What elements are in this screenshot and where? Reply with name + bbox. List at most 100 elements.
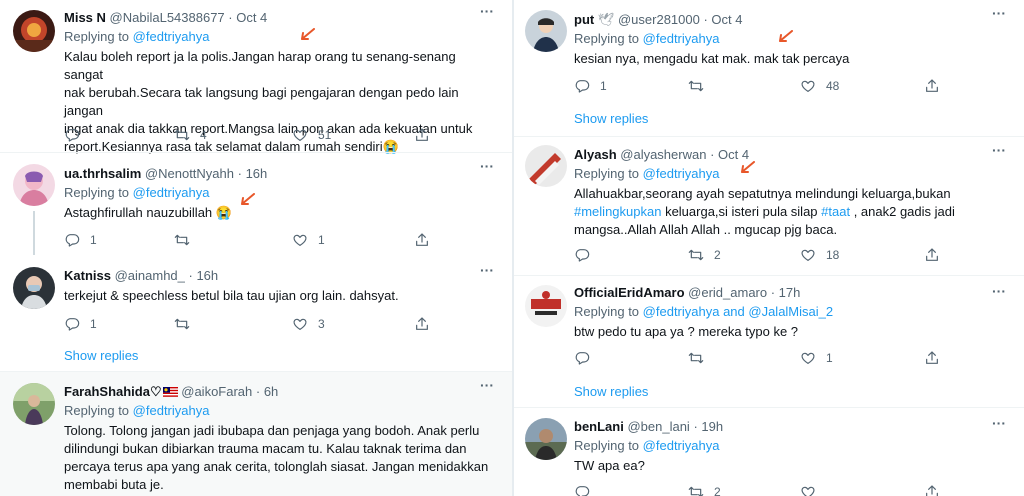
- more-icon[interactable]: ···: [992, 6, 1010, 20]
- more-icon[interactable]: ···: [992, 416, 1010, 430]
- retweet-icon: [688, 78, 704, 94]
- share-button[interactable]: [924, 350, 940, 366]
- show-replies-link[interactable]: Show replies: [574, 384, 648, 399]
- retweet-button[interactable]: 2: [688, 484, 721, 496]
- more-icon[interactable]: ···: [992, 143, 1010, 157]
- tweet-text: Tolong. Tolong jangan jadi ibubapa dan p…: [64, 422, 498, 494]
- retweet-button[interactable]: [688, 350, 704, 366]
- display-name[interactable]: benLani: [574, 419, 624, 434]
- share-button[interactable]: [924, 484, 940, 496]
- tweet-benlani[interactable]: benLani @ben_lani · 19h Replying to @fed…: [514, 408, 1024, 496]
- tweet-ua-thrhsalim[interactable]: ua.thrhsalim @NenottNyahh · 16h Replying…: [0, 153, 512, 255]
- timestamp[interactable]: Oct 4: [711, 12, 742, 27]
- mention-link[interactable]: @fedtriyahya: [133, 29, 210, 44]
- mention-link[interactable]: @fedtriyahya: [643, 438, 720, 453]
- reply-button[interactable]: [64, 127, 90, 143]
- avatar[interactable]: [525, 10, 567, 52]
- like-button[interactable]: 1: [292, 232, 325, 248]
- mention-link[interactable]: @fedtriyahya and @JalalMisai_2: [643, 304, 833, 319]
- mention-link[interactable]: @fedtriyahya: [643, 166, 720, 181]
- share-button[interactable]: [414, 316, 430, 332]
- display-name[interactable]: put: [574, 12, 594, 27]
- retweet-button[interactable]: 2: [688, 247, 721, 263]
- tweet-text-line: Allahuakbar,seorang ayah sepatutnya meli…: [574, 186, 951, 201]
- reply-icon: [574, 484, 590, 496]
- like-button[interactable]: [800, 484, 816, 496]
- retweet-button[interactable]: [174, 316, 190, 332]
- like-button[interactable]: 18: [800, 247, 839, 263]
- more-icon[interactable]: ···: [480, 378, 498, 392]
- avatar[interactable]: [13, 267, 55, 309]
- display-name[interactable]: Katniss: [64, 268, 111, 283]
- more-icon[interactable]: ···: [480, 159, 498, 173]
- timestamp[interactable]: 6h: [264, 384, 278, 399]
- thread-line: [33, 211, 35, 255]
- avatar[interactable]: [13, 164, 55, 206]
- reply-button[interactable]: 1: [64, 316, 97, 332]
- tweet-katniss[interactable]: Katniss @ainamhd_ · 16h terkejut & speec…: [0, 255, 512, 371]
- display-name[interactable]: Alyash: [574, 147, 617, 162]
- more-icon[interactable]: ···: [480, 4, 498, 18]
- reply-button[interactable]: [574, 484, 590, 496]
- more-icon[interactable]: ···: [992, 284, 1010, 298]
- user-handle[interactable]: @ainamhd_: [115, 268, 185, 283]
- tweet-farahshahida[interactable]: FarahShahida♡ @aikoFarah · 6h Replying t…: [0, 372, 512, 496]
- like-button[interactable]: 51: [292, 127, 331, 143]
- like-button[interactable]: 1: [800, 350, 833, 366]
- timestamp[interactable]: 19h: [701, 419, 723, 434]
- replying-to: Replying to @fedtriyahya: [64, 29, 210, 44]
- user-handle[interactable]: @NenottNyahh: [145, 166, 234, 181]
- mention-link[interactable]: @fedtriyahya: [133, 403, 210, 418]
- tweet-officialeridamaro[interactable]: OfficialEridAmaro @erid_amaro · 17h Repl…: [514, 276, 1024, 408]
- tweet-alyash[interactable]: Alyash @alyasherwan · Oct 4 Replying to …: [514, 137, 1024, 275]
- tweet-miss-n[interactable]: Miss N @NabilaL54388677 · Oct 4 Replying…: [0, 0, 512, 154]
- tweet-put[interactable]: put 🕊 @user281000 · Oct 4 Replying to @f…: [514, 0, 1024, 140]
- user-handle[interactable]: @aikoFarah: [181, 384, 252, 399]
- share-button[interactable]: [924, 78, 940, 94]
- timestamp[interactable]: 17h: [779, 285, 801, 300]
- timestamp[interactable]: 16h: [196, 268, 218, 283]
- share-button[interactable]: [414, 127, 430, 143]
- share-button[interactable]: [924, 247, 940, 263]
- user-handle[interactable]: @user281000: [618, 12, 700, 27]
- reply-button[interactable]: [574, 247, 590, 263]
- timestamp[interactable]: 16h: [246, 166, 268, 181]
- like-icon: [800, 78, 816, 94]
- avatar[interactable]: [525, 145, 567, 187]
- display-name[interactable]: Miss N: [64, 10, 106, 25]
- reply-button[interactable]: [574, 350, 590, 366]
- mention-link[interactable]: @fedtriyahya: [133, 185, 210, 200]
- like-button[interactable]: 48: [800, 78, 839, 94]
- display-name[interactable]: ua.thrhsalim: [64, 166, 141, 181]
- retweet-button[interactable]: [174, 232, 190, 248]
- display-name[interactable]: FarahShahida♡: [64, 384, 162, 399]
- malaysia-flag-icon: [162, 387, 178, 397]
- retweet-icon: [174, 232, 190, 248]
- reply-button[interactable]: 1: [574, 78, 607, 94]
- user-handle[interactable]: @alyasherwan: [620, 147, 706, 162]
- timestamp[interactable]: Oct 4: [236, 10, 267, 25]
- display-name[interactable]: OfficialEridAmaro: [574, 285, 685, 300]
- retweet-button[interactable]: [688, 78, 704, 94]
- tweet-actions: 2: [574, 484, 944, 496]
- more-icon[interactable]: ···: [480, 263, 498, 277]
- user-handle[interactable]: @NabilaL54388677: [110, 10, 225, 25]
- timestamp[interactable]: Oct 4: [718, 147, 749, 162]
- avatar[interactable]: [525, 418, 567, 460]
- like-button[interactable]: 3: [292, 316, 325, 332]
- avatar[interactable]: [13, 383, 55, 425]
- avatar[interactable]: [13, 10, 55, 52]
- show-replies-link[interactable]: Show replies: [64, 348, 138, 363]
- show-replies-link[interactable]: Show replies: [574, 111, 648, 126]
- retweet-button[interactable]: 4: [174, 127, 207, 143]
- right-replies-column: put 🕊 @user281000 · Oct 4 Replying to @f…: [514, 0, 1024, 496]
- user-handle[interactable]: @erid_amaro: [688, 285, 767, 300]
- user-handle[interactable]: @ben_lani: [627, 419, 689, 434]
- share-button[interactable]: [414, 232, 430, 248]
- avatar[interactable]: [525, 285, 567, 327]
- hashtag-link[interactable]: #melingkupkan: [574, 204, 661, 219]
- reply-button[interactable]: 1: [64, 232, 97, 248]
- share-icon: [414, 127, 430, 143]
- mention-link[interactable]: @fedtriyahya: [643, 31, 720, 46]
- hashtag-link[interactable]: #taat: [821, 204, 850, 219]
